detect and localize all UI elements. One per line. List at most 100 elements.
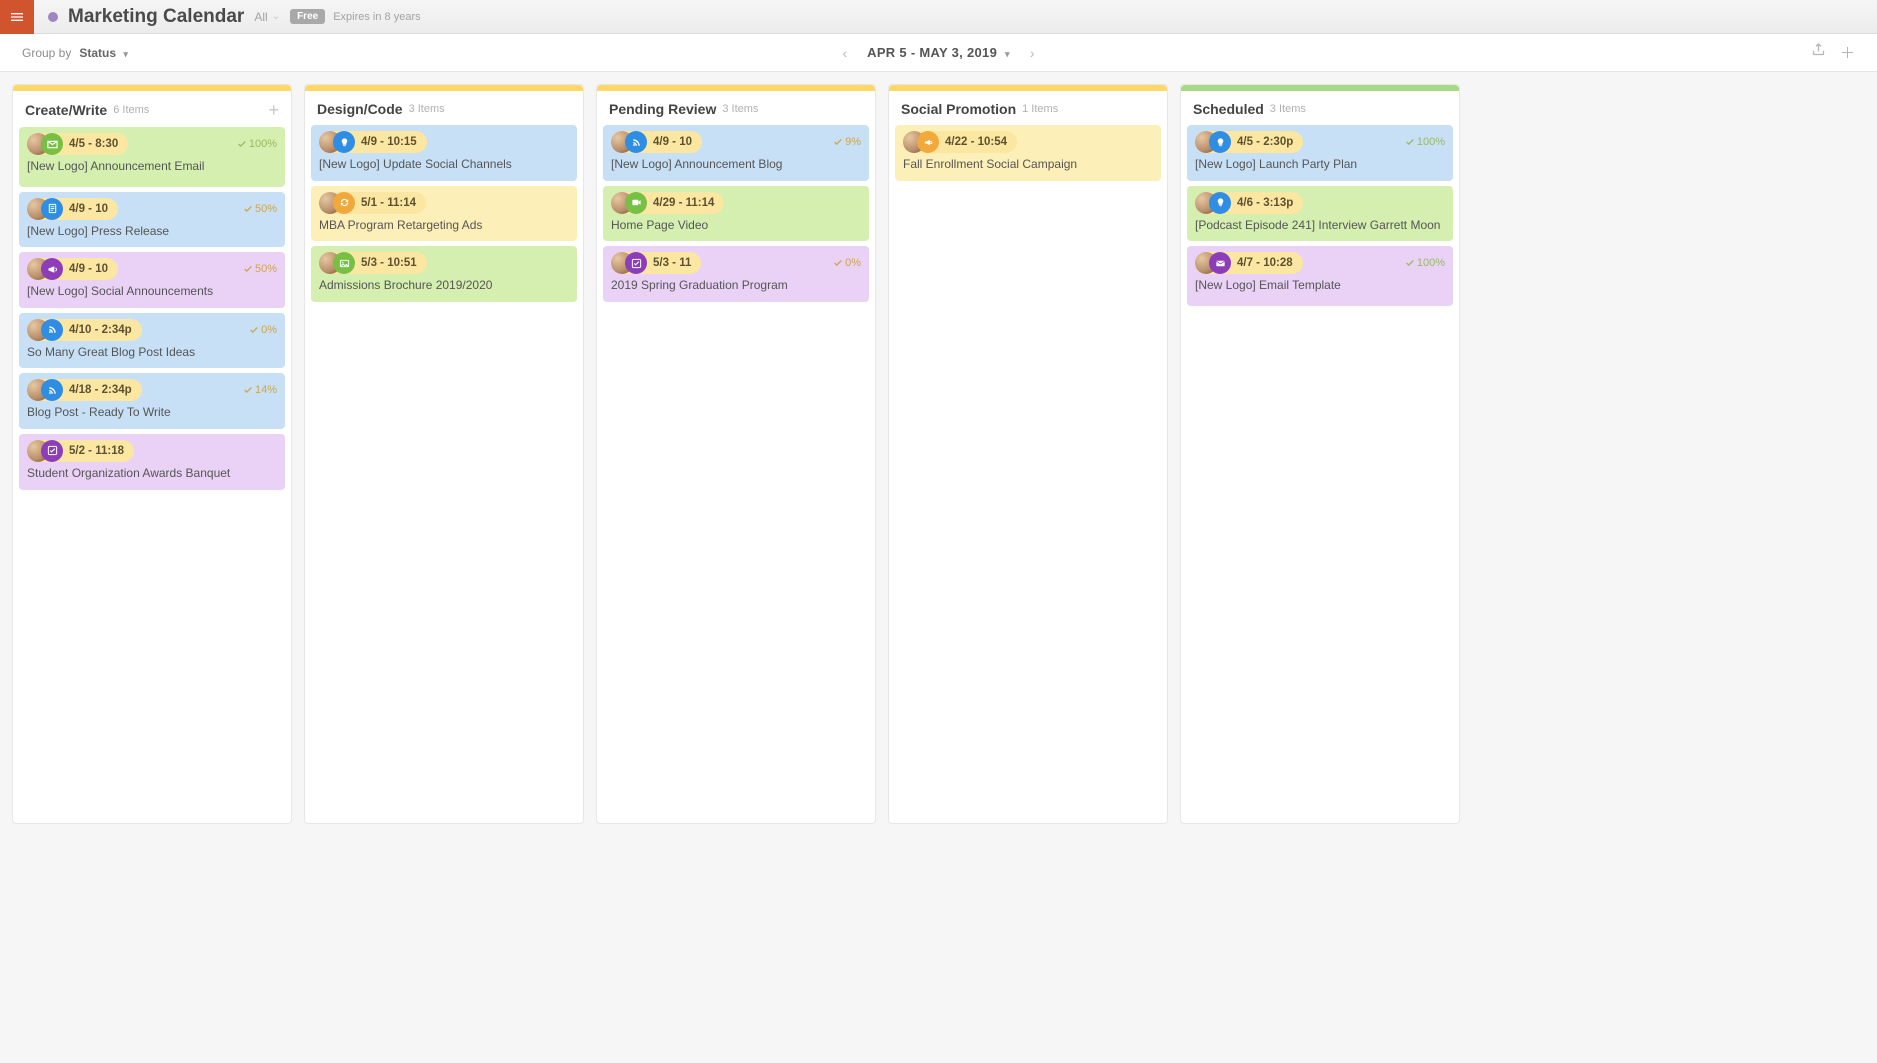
card[interactable]: 4/29 - 11:14Home Page Video xyxy=(603,186,869,242)
add-button[interactable]: ＋ xyxy=(1840,42,1855,63)
card-meta: 5/3 - 10:51 xyxy=(319,252,569,274)
rss-icon xyxy=(41,319,63,341)
column-title: Design/Code xyxy=(317,101,403,117)
rss-icon xyxy=(625,131,647,153)
chevron-down-icon: ▾ xyxy=(1005,49,1010,59)
groupby-value: Status xyxy=(79,46,116,60)
card-meta: 4/6 - 3:13p xyxy=(1195,192,1445,214)
card[interactable]: 5/3 - 10:51Admissions Brochure 2019/2020 xyxy=(311,246,577,302)
card[interactable]: 4/22 - 10:54 Fall Enrollment Social Campa… xyxy=(895,125,1161,181)
card-list: 4/9 - 10:15[New Logo] Update Social Chan… xyxy=(305,125,583,308)
card-title: 2019 Spring Graduation Program xyxy=(611,278,861,294)
column-count: 3 Items xyxy=(1270,103,1306,115)
page-title: Marketing Calendar xyxy=(68,6,244,28)
card-title: [New Logo] Announcement Email xyxy=(27,159,277,175)
card-progress: 50% xyxy=(243,263,277,275)
card-pill: 4/9 - 10 xyxy=(27,258,118,280)
card-date: 4/9 - 10 xyxy=(653,136,692,148)
date-prev-button[interactable]: ‹ xyxy=(834,41,855,65)
card-meta: 5/1 - 11:14 xyxy=(319,192,569,214)
card-pill: 4/9 - 10 xyxy=(611,131,702,153)
card[interactable]: 4/10 - 2:34p0%So Many Great Blog Post Id… xyxy=(19,313,285,369)
card[interactable]: 4/7 - 10:28100%[New Logo] Email Template xyxy=(1187,246,1453,306)
card-meta: 4/7 - 10:28 100% xyxy=(1195,252,1445,274)
kanban-column: Scheduled 3 Items 4/5 - 2:30p100%[New Logo… xyxy=(1180,84,1460,824)
card-date: 4/9 - 10 xyxy=(69,263,108,275)
card-title: So Many Great Blog Post Ideas xyxy=(27,345,277,361)
column-title: Scheduled xyxy=(1193,101,1264,117)
card[interactable]: 4/18 - 2:34p 14% Blog Post - Ready To Writ… xyxy=(19,373,285,429)
card[interactable]: 4/5 - 8:30 100% [New Logo] Announcement Em… xyxy=(19,127,285,187)
card-date: 4/7 - 10:28 xyxy=(1237,257,1293,269)
kanban-column: Pending Review3 Items 4/9 - 10 9% [New Logo… xyxy=(596,84,876,824)
card[interactable]: 4/5 - 2:30p100%[New Logo] Launch Party P… xyxy=(1187,125,1453,181)
card-pill: 4/18 - 2:34p xyxy=(27,379,142,401)
date-range-selector[interactable]: APR 5 - MAY 3, 2019 ▾ xyxy=(867,45,1010,60)
column-header: Scheduled 3 Items xyxy=(1181,91,1459,125)
calendar-color-dot xyxy=(48,12,58,22)
card-title: [New Logo] Social Announcements xyxy=(27,284,277,300)
card-title: [New Logo] Announcement Blog xyxy=(611,157,861,173)
card-pill: 4/9 - 10 xyxy=(27,198,118,220)
image-icon xyxy=(333,252,355,274)
card-progress: 100% xyxy=(1405,257,1445,269)
card[interactable]: 4/9 - 10:15[New Logo] Update Social Chan… xyxy=(311,125,577,181)
card-date: 5/2 - 11:18 xyxy=(69,445,124,457)
card[interactable]: 4/9 - 1050%[New Logo] Press Release xyxy=(19,192,285,248)
card-list: 4/22 - 10:54 Fall Enrollment Social Campa… xyxy=(889,125,1167,187)
filter-scope[interactable]: All xyxy=(254,10,267,24)
card[interactable]: 4/9 - 10 50% [New Logo] Social Announcemen… xyxy=(19,252,285,308)
card[interactable]: 4/9 - 10 9% [New Logo] Announcement Blog xyxy=(603,125,869,181)
card-date: 4/5 - 2:30p xyxy=(1237,136,1293,148)
card-title: MBA Program Retargeting Ads xyxy=(319,218,569,234)
card-progress: 9% xyxy=(833,136,861,148)
date-next-button[interactable]: › xyxy=(1022,41,1043,65)
column-title: Pending Review xyxy=(609,101,716,117)
card-pill: 5/1 - 11:14 xyxy=(319,192,426,214)
card[interactable]: 4/6 - 3:13p[Podcast Episode 241] Intervi… xyxy=(1187,186,1453,242)
card-progress: 100% xyxy=(237,138,277,150)
doc-icon xyxy=(41,198,63,220)
card-date: 5/3 - 10:51 xyxy=(361,257,417,269)
card-date: 4/9 - 10:15 xyxy=(361,136,417,148)
card[interactable]: 5/2 - 11:18Student Organization Awards B… xyxy=(19,434,285,490)
card-meta: 4/9 - 10:15 xyxy=(319,131,569,153)
column-header: Design/Code3 Items xyxy=(305,91,583,125)
email-icon xyxy=(41,133,63,155)
filter-scope-icon: ⌄ xyxy=(272,11,280,22)
card-meta: 4/9 - 10 9% xyxy=(611,131,861,153)
groupby-selector[interactable]: Status ▾ xyxy=(79,46,128,60)
card-meta: 5/2 - 11:18 xyxy=(27,440,277,462)
card-date: 5/3 - 11 xyxy=(653,257,691,269)
bulb-icon xyxy=(1209,192,1231,214)
card-meta: 4/5 - 8:30 100% xyxy=(27,133,277,155)
column-header: Pending Review3 Items xyxy=(597,91,875,125)
card-title: Home Page Video xyxy=(611,218,861,234)
hamburger-menu[interactable] xyxy=(0,0,34,34)
card-progress: 0% xyxy=(249,324,277,336)
announce-icon xyxy=(917,131,939,153)
bulb-icon xyxy=(333,131,355,153)
card-progress: 14% xyxy=(243,384,277,396)
rss-icon xyxy=(41,379,63,401)
share-icon xyxy=(1811,42,1826,57)
card-list: 4/5 - 2:30p100%[New Logo] Launch Party P… xyxy=(1181,125,1459,312)
add-card-button[interactable]: + xyxy=(268,101,279,119)
kanban-column: Design/Code3 Items4/9 - 10:15[New Logo] … xyxy=(304,84,584,824)
topbar: Marketing Calendar All ⌄ Free Expires in… xyxy=(0,0,1877,34)
column-title: Create/Write xyxy=(25,102,107,118)
card-pill: 4/7 - 10:28 xyxy=(1195,252,1303,274)
column-title: Social Promotion xyxy=(901,101,1016,117)
column-count: 6 Items xyxy=(113,104,149,116)
refresh-icon xyxy=(333,192,355,214)
date-navigator: ‹ APR 5 - MAY 3, 2019 ▾ › xyxy=(834,41,1042,65)
kanban-board: Create/Write 6 Items +4/5 - 8:30 100% [New L… xyxy=(0,72,1877,1063)
card-title: Blog Post - Ready To Write xyxy=(27,405,277,421)
share-button[interactable] xyxy=(1811,42,1826,63)
card-pill: 4/22 - 10:54 xyxy=(903,131,1017,153)
card-pill: 4/9 - 10:15 xyxy=(319,131,427,153)
card-pill: 4/5 - 8:30 xyxy=(27,133,128,155)
card[interactable]: 5/3 - 110%2019 Spring Graduation Program xyxy=(603,246,869,302)
card-title: Fall Enrollment Social Campaign xyxy=(903,157,1153,173)
card[interactable]: 5/1 - 11:14 MBA Program Retargeting Ads xyxy=(311,186,577,242)
